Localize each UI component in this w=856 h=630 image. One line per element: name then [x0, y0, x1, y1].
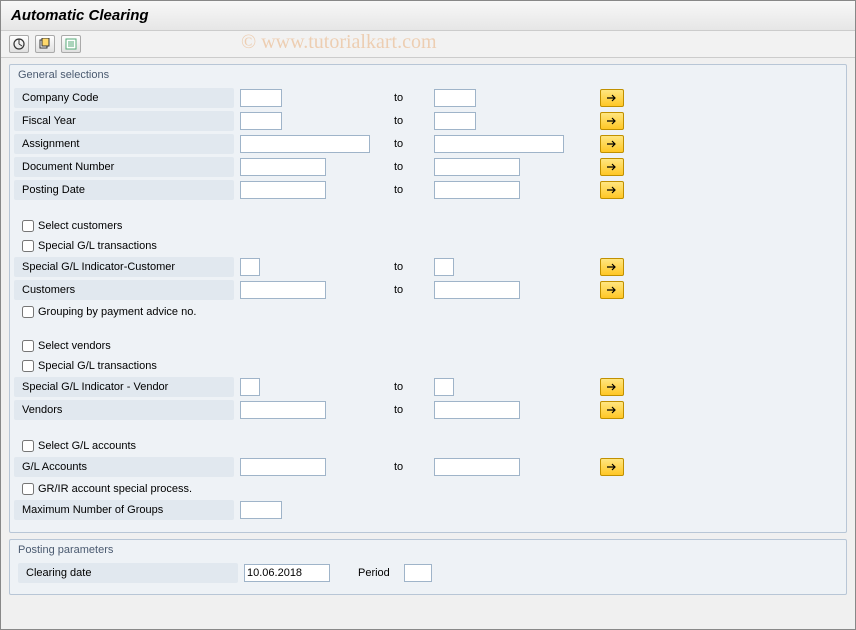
gl-accounts-row: G/L Accounts to [14, 456, 842, 478]
special-gl-trans-v-checkbox[interactable] [22, 360, 34, 372]
grir-row: GR/IR account special process. [14, 479, 842, 499]
assignment-label: Assignment [14, 134, 234, 154]
vendors-row: Vendors to [14, 399, 842, 421]
fiscal-year-to[interactable] [434, 112, 476, 130]
toolbar [1, 31, 855, 58]
select-vendors-checkbox[interactable] [22, 340, 34, 352]
spec-gl-ind-cust-label: Special G/L Indicator-Customer [14, 257, 234, 277]
document-number-from[interactable] [240, 158, 326, 176]
special-gl-trans-c-label: Special G/L transactions [38, 240, 157, 252]
posting-date-to[interactable] [434, 181, 520, 199]
posting-parameters-group: Posting parameters Clearing date Period [9, 539, 847, 595]
gl-accounts-from[interactable] [240, 458, 326, 476]
select-vendors-row: Select vendors [14, 336, 842, 356]
company-code-row: Company Code to [14, 87, 842, 109]
company-code-multi-button[interactable] [600, 89, 624, 107]
spec-gl-ind-cust-to[interactable] [434, 258, 454, 276]
vendors-from[interactable] [240, 401, 326, 419]
gl-accounts-label: G/L Accounts [14, 457, 234, 477]
clearing-date-row: Clearing date Period [14, 562, 842, 584]
vendors-multi-button[interactable] [600, 401, 624, 419]
fiscal-year-row: Fiscal Year to [14, 110, 842, 132]
spec-gl-ind-cust-from[interactable] [240, 258, 260, 276]
period-label: Period [330, 567, 404, 579]
spec-gl-ind-vend-row: Special G/L Indicator - Vendor to [14, 376, 842, 398]
document-number-label: Document Number [14, 157, 234, 177]
customers-to[interactable] [434, 281, 520, 299]
company-code-label: Company Code [14, 88, 234, 108]
document-number-row: Document Number to [14, 156, 842, 178]
gl-accounts-multi-button[interactable] [600, 458, 624, 476]
company-code-from[interactable] [240, 89, 282, 107]
special-gl-trans-c-row: Special G/L transactions [14, 236, 842, 256]
max-groups-label: Maximum Number of Groups [14, 500, 234, 520]
customers-multi-button[interactable] [600, 281, 624, 299]
customers-label: Customers [14, 280, 234, 300]
fiscal-year-multi-button[interactable] [600, 112, 624, 130]
assignment-from[interactable] [240, 135, 370, 153]
spec-gl-ind-cust-row: Special G/L Indicator-Customer to [14, 256, 842, 278]
select-gl-checkbox[interactable] [22, 440, 34, 452]
posting-date-multi-button[interactable] [600, 181, 624, 199]
posting-date-row: Posting Date to [14, 179, 842, 201]
assignment-multi-button[interactable] [600, 135, 624, 153]
special-gl-trans-v-row: Special G/L transactions [14, 356, 842, 376]
spec-gl-ind-vend-to[interactable] [434, 378, 454, 396]
max-groups-row: Maximum Number of Groups [14, 499, 842, 521]
clearing-date-input[interactable] [244, 564, 330, 582]
to-label: to [394, 92, 434, 104]
fiscal-year-from[interactable] [240, 112, 282, 130]
spec-gl-ind-vend-label: Special G/L Indicator - Vendor [14, 377, 234, 397]
document-number-to[interactable] [434, 158, 520, 176]
grouping-advice-checkbox[interactable] [22, 306, 34, 318]
period-input[interactable] [404, 564, 432, 582]
grouping-advice-row: Grouping by payment advice no. [14, 302, 842, 322]
posting-parameters-title: Posting parameters [10, 540, 846, 562]
grouping-advice-label: Grouping by payment advice no. [38, 306, 196, 318]
execute-button[interactable] [9, 35, 29, 53]
posting-date-from[interactable] [240, 181, 326, 199]
company-code-to[interactable] [434, 89, 476, 107]
customers-from[interactable] [240, 281, 326, 299]
vendors-to[interactable] [434, 401, 520, 419]
document-number-multi-button[interactable] [600, 158, 624, 176]
select-customers-checkbox[interactable] [22, 220, 34, 232]
select-gl-row: Select G/L accounts [14, 436, 842, 456]
special-gl-trans-v-label: Special G/L transactions [38, 360, 157, 372]
options-button[interactable] [61, 35, 81, 53]
customers-row: Customers to [14, 279, 842, 301]
spec-gl-ind-vend-from[interactable] [240, 378, 260, 396]
select-vendors-label: Select vendors [38, 340, 111, 352]
general-selections-title: General selections [10, 65, 846, 87]
general-selections-group: General selections Company Code to Fisca… [9, 64, 847, 533]
special-gl-trans-c-checkbox[interactable] [22, 240, 34, 252]
posting-date-label: Posting Date [14, 180, 234, 200]
max-groups-input[interactable] [240, 501, 282, 519]
spec-gl-ind-vend-multi-button[interactable] [600, 378, 624, 396]
page-title: Automatic Clearing [1, 1, 855, 31]
vendors-label: Vendors [14, 400, 234, 420]
assignment-to[interactable] [434, 135, 564, 153]
select-customers-label: Select customers [38, 220, 122, 232]
select-gl-label: Select G/L accounts [38, 440, 136, 452]
variant-button[interactable] [35, 35, 55, 53]
clearing-date-label: Clearing date [18, 563, 238, 583]
grir-checkbox[interactable] [22, 483, 34, 495]
grir-label: GR/IR account special process. [38, 483, 192, 495]
select-customers-row: Select customers [14, 216, 842, 236]
spec-gl-ind-cust-multi-button[interactable] [600, 258, 624, 276]
assignment-row: Assignment to [14, 133, 842, 155]
gl-accounts-to[interactable] [434, 458, 520, 476]
fiscal-year-label: Fiscal Year [14, 111, 234, 131]
